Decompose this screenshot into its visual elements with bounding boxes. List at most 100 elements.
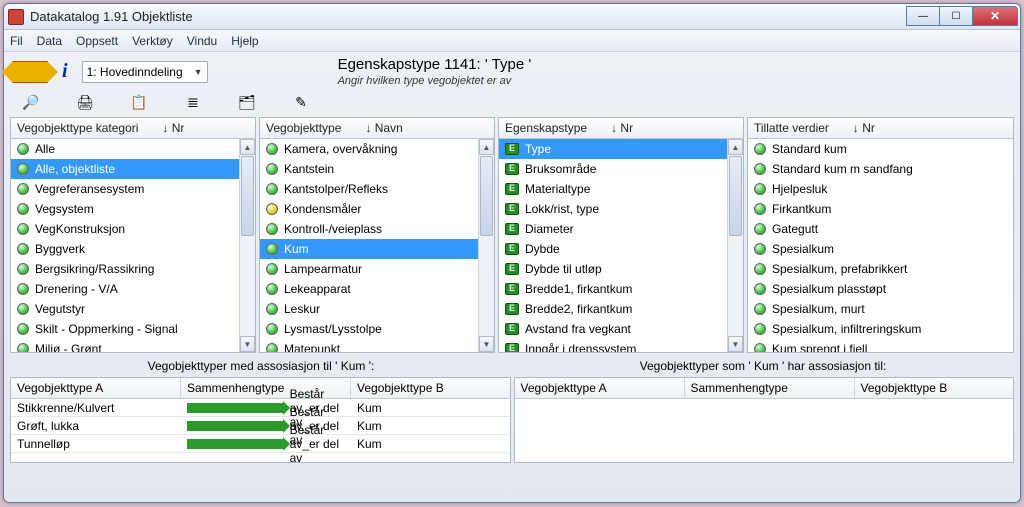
list-item[interactable]: Bruksområde bbox=[499, 159, 743, 179]
panel3-head2[interactable]: ↓ Nr bbox=[611, 121, 633, 135]
menu-fil[interactable]: Fil bbox=[10, 34, 23, 48]
list-item[interactable]: Vegreferansesystem bbox=[11, 179, 255, 199]
assoc-b: Kum bbox=[351, 401, 510, 415]
list-item[interactable]: Avstand fra vegkant bbox=[499, 319, 743, 339]
list-item-label: Kamera, overvåkning bbox=[284, 142, 397, 156]
paste-icon[interactable]: 📋 bbox=[130, 93, 148, 111]
print-icon[interactable]: 🖨 bbox=[76, 93, 94, 111]
assoc-headB-l[interactable]: Vegobjekttype B bbox=[351, 378, 510, 398]
panel1-head1[interactable]: Vegobjekttype kategori bbox=[17, 121, 138, 135]
list-item[interactable]: Hjelpesluk bbox=[748, 179, 1013, 199]
list-item[interactable]: Lysmast/Lysstolpe bbox=[260, 319, 494, 339]
list-item[interactable]: Materialtype bbox=[499, 179, 743, 199]
list-item-label: Spesialkum, murt bbox=[772, 302, 865, 316]
list-item[interactable]: Dybde til utløp bbox=[499, 259, 743, 279]
dot-icon bbox=[754, 223, 766, 235]
list-item[interactable]: Bredde1, firkantkum bbox=[499, 279, 743, 299]
menu-hjelp[interactable]: Hjelp bbox=[231, 34, 258, 48]
info-icon[interactable]: i bbox=[58, 60, 72, 83]
list-item[interactable]: Kum sprengt i fjell bbox=[748, 339, 1013, 352]
list-item[interactable]: Spesialkum, prefabrikkert bbox=[748, 259, 1013, 279]
list-item[interactable]: Kondensmåler bbox=[260, 199, 494, 219]
menu-verktoy[interactable]: Verktøy bbox=[132, 34, 173, 48]
list-item-label: Skilt - Oppmerking - Signal bbox=[35, 322, 178, 336]
panel3-head1[interactable]: Egenskapstype bbox=[505, 121, 587, 135]
list-item[interactable]: Bredde2, firkantkum bbox=[499, 299, 743, 319]
list-item[interactable]: Vegutstyr bbox=[11, 299, 255, 319]
list-item-label: Leskur bbox=[284, 302, 320, 316]
lines-icon[interactable]: ≣ bbox=[184, 93, 202, 111]
list-item[interactable]: Lampearmatur bbox=[260, 259, 494, 279]
assoc-headA-r[interactable]: Vegobjekttype A bbox=[515, 378, 685, 398]
menu-data[interactable]: Data bbox=[37, 34, 62, 48]
close-button[interactable]: ✕ bbox=[972, 6, 1018, 26]
panel2-head2[interactable]: ↓ Navn bbox=[365, 121, 402, 135]
list-item[interactable]: Kantstolper/Refleks bbox=[260, 179, 494, 199]
list-item[interactable]: Spesialkum, infiltreringskum bbox=[748, 319, 1013, 339]
list-item-label: Vegsystem bbox=[35, 202, 94, 216]
window-title: Datakatalog 1.91 Objektliste bbox=[30, 9, 193, 24]
dot-icon bbox=[754, 163, 766, 175]
assoc-headB-r[interactable]: Vegobjekttype B bbox=[855, 378, 1014, 398]
list-item[interactable]: Type bbox=[499, 139, 743, 159]
list-item[interactable]: Bergsikring/Rassikring bbox=[11, 259, 255, 279]
scrollbar[interactable]: ▲▼ bbox=[239, 139, 255, 352]
list-item-label: Alle, objektliste bbox=[35, 162, 115, 176]
list-item[interactable]: Kamera, overvåkning bbox=[260, 139, 494, 159]
maximize-button[interactable]: ☐ bbox=[939, 6, 973, 26]
scrollbar[interactable]: ▲▼ bbox=[478, 139, 494, 352]
list-item[interactable]: Byggverk bbox=[11, 239, 255, 259]
assoc-row[interactable]: TunnelløpBestår av_er del avKum bbox=[11, 435, 510, 453]
list-item[interactable]: Alle bbox=[11, 139, 255, 159]
hovedinndeling-combo[interactable]: 1: Hovedinndeling ▼ bbox=[82, 61, 208, 83]
dot-icon bbox=[17, 243, 29, 255]
panel1-head2[interactable]: ↓ Nr bbox=[162, 121, 184, 135]
panel4-head1[interactable]: Tillatte verdier bbox=[754, 121, 829, 135]
list-item-label: Lokk/rist, type bbox=[525, 202, 599, 216]
binoculars-icon[interactable]: 🔎 bbox=[22, 93, 40, 111]
arrow-icon bbox=[187, 403, 284, 413]
list-item[interactable]: Dybde bbox=[499, 239, 743, 259]
tree-icon[interactable]: 🗂 bbox=[238, 93, 256, 111]
scrollbar[interactable]: ▲▼ bbox=[727, 139, 743, 352]
assoc-b: Kum bbox=[351, 419, 510, 433]
dot-icon bbox=[17, 343, 29, 352]
list-item[interactable]: Kontroll-/veieplass bbox=[260, 219, 494, 239]
list-item[interactable]: VegKonstruksjon bbox=[11, 219, 255, 239]
list-item[interactable]: Kum bbox=[260, 239, 494, 259]
list-item[interactable]: Spesialkum, murt bbox=[748, 299, 1013, 319]
list-item[interactable]: Standard kum m sandfang bbox=[748, 159, 1013, 179]
list-item[interactable]: Inngår i drenssystem bbox=[499, 339, 743, 352]
list-item[interactable]: Kantstein bbox=[260, 159, 494, 179]
dot-icon bbox=[754, 243, 766, 255]
list-item[interactable]: Spesialkum plasstøpt bbox=[748, 279, 1013, 299]
assoc-headS-r[interactable]: Sammenhengtype bbox=[685, 378, 855, 398]
list-item[interactable]: Vegsystem bbox=[11, 199, 255, 219]
list-item[interactable]: Lekeapparat bbox=[260, 279, 494, 299]
menu-oppsett[interactable]: Oppsett bbox=[76, 34, 118, 48]
list-item[interactable]: Gategutt bbox=[748, 219, 1013, 239]
list-item[interactable]: Skilt - Oppmerking - Signal bbox=[11, 319, 255, 339]
assoc-a: Stikkrenne/Kulvert bbox=[11, 401, 181, 415]
list-item[interactable]: Lokk/rist, type bbox=[499, 199, 743, 219]
list-item[interactable]: Leskur bbox=[260, 299, 494, 319]
list-item[interactable]: Drenering - V/A bbox=[11, 279, 255, 299]
list-item[interactable]: Standard kum bbox=[748, 139, 1013, 159]
minimize-button[interactable]: — bbox=[906, 6, 940, 26]
assoc-headA-l[interactable]: Vegobjekttype A bbox=[11, 378, 181, 398]
dot-icon bbox=[17, 163, 29, 175]
panel2-head1[interactable]: Vegobjekttype bbox=[266, 121, 341, 135]
assoc-right-title: Vegobjekttyper som ' Kum ' har assosiasj… bbox=[512, 355, 1014, 377]
edit-icon[interactable]: ✎ bbox=[292, 93, 310, 111]
list-item[interactable]: Alle, objektliste bbox=[11, 159, 255, 179]
dot-icon bbox=[266, 223, 278, 235]
list-item[interactable]: Matepunkt bbox=[260, 339, 494, 352]
list-item[interactable]: Diameter bbox=[499, 219, 743, 239]
list-item[interactable]: Spesialkum bbox=[748, 239, 1013, 259]
list-item-label: Kantstein bbox=[284, 162, 334, 176]
panel4-head2[interactable]: ↓ Nr bbox=[853, 121, 875, 135]
assoc-right-panel: Vegobjekttype A Sammenhengtype Vegobjekt… bbox=[514, 377, 1015, 463]
list-item[interactable]: Miljø - Grønt bbox=[11, 339, 255, 352]
menu-vindu[interactable]: Vindu bbox=[187, 34, 217, 48]
list-item[interactable]: Firkantkum bbox=[748, 199, 1013, 219]
